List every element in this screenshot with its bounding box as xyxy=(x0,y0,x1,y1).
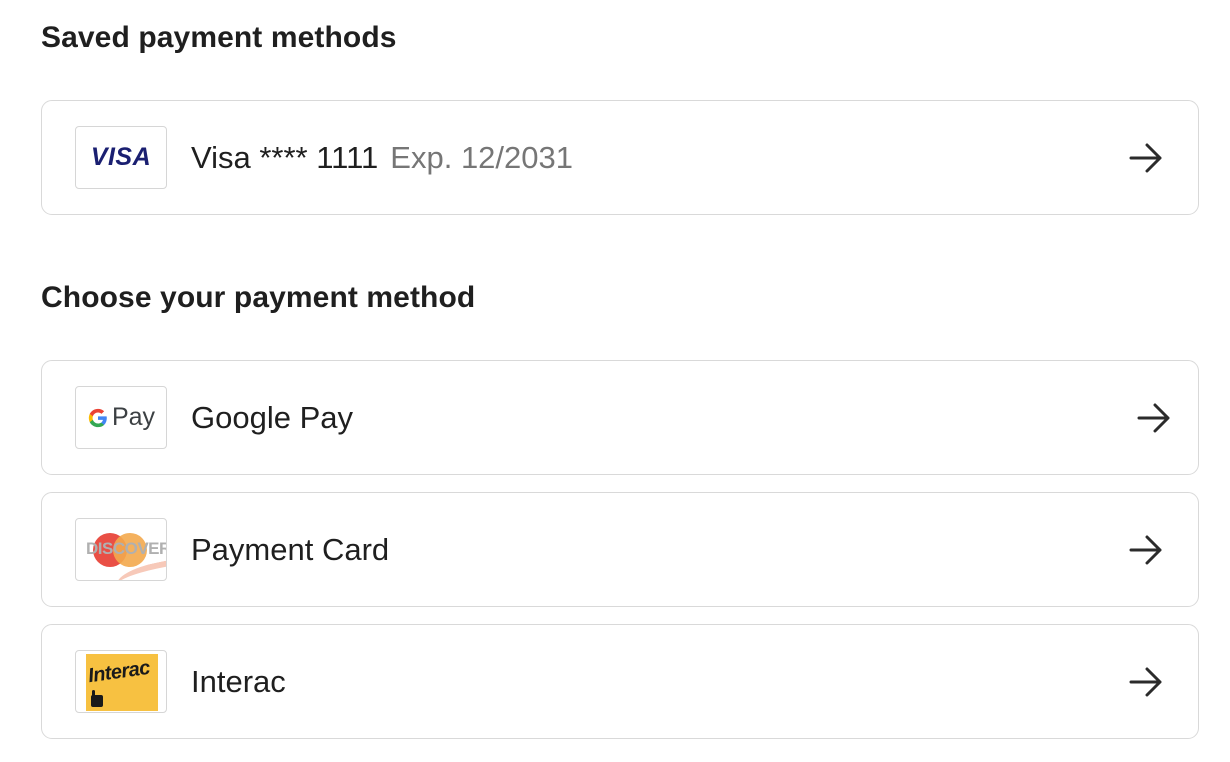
arrow-right-icon xyxy=(1128,664,1164,700)
payment-option-payment-card[interactable]: DISCOVER Payment Card xyxy=(41,492,1199,607)
saved-card-visa[interactable]: VISA Visa **** 1111 Exp. 12/2031 xyxy=(41,100,1199,215)
choose-payment-method-heading: Choose your payment method xyxy=(41,281,476,314)
google-pay-logo-text: Pay xyxy=(111,403,156,431)
payment-option-google-pay[interactable]: Pay Google Pay xyxy=(41,360,1199,475)
discover-logo-text: DISCOVER xyxy=(86,539,167,558)
saved-card-number: Visa **** 1111 xyxy=(191,139,379,175)
visa-logo-text: VISA xyxy=(90,143,152,171)
arrow-right-icon xyxy=(1136,400,1172,436)
payment-card-label: Payment Card xyxy=(191,531,390,567)
google-pay-logo: Pay xyxy=(75,386,167,449)
arrow-right-icon xyxy=(1128,532,1164,568)
google-g-icon xyxy=(88,408,107,427)
discover-mastercard-logo: DISCOVER xyxy=(75,518,167,581)
interac-logo: Interac xyxy=(75,650,167,713)
saved-card-expiry: Exp. 12/2031 xyxy=(390,139,573,175)
saved-payment-methods-heading: Saved payment methods xyxy=(41,21,397,54)
interac-hand-icon xyxy=(91,690,103,707)
saved-card-label: Visa **** 1111 Exp. 12/2031 xyxy=(191,140,573,176)
payment-option-interac[interactable]: Interac Interac xyxy=(41,624,1199,739)
google-pay-label: Google Pay xyxy=(191,399,353,435)
interac-label: Interac xyxy=(191,663,286,699)
payment-methods-page: Saved payment methods VISA Visa **** 111… xyxy=(0,0,1230,762)
visa-logo: VISA xyxy=(75,126,167,189)
arrow-right-icon xyxy=(1128,140,1164,176)
